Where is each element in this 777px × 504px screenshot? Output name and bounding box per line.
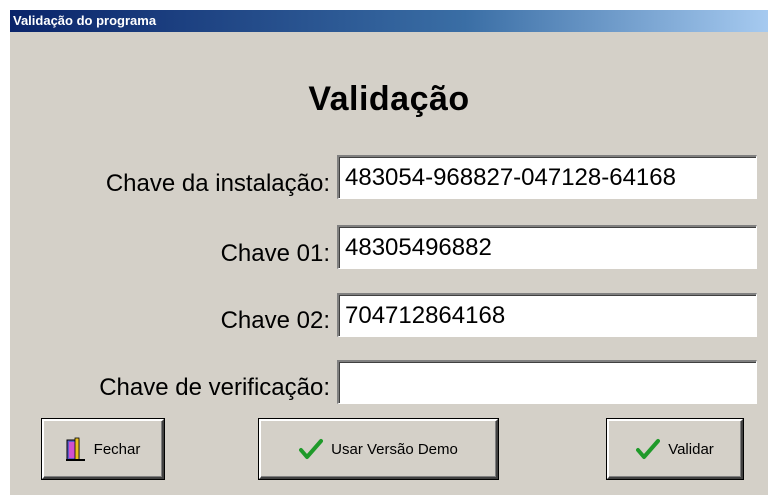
key02-input[interactable] [337,293,757,337]
validate-button[interactable]: Validar [607,419,743,479]
installation-key-label: Chave da instalação: [105,170,330,197]
page-title: Validação [308,80,470,118]
title-bar[interactable]: Validação do programa [10,10,768,32]
validation-dialog: Validação do programa Validação Chave da… [10,10,768,495]
validate-button-label: Validar [668,440,714,458]
installation-key-input[interactable] [337,155,757,199]
key02-label: Chave 02: [220,307,330,334]
verification-key-input[interactable] [337,360,757,404]
checkmark-icon [299,438,324,460]
key01-input[interactable] [337,225,757,269]
close-button[interactable]: Fechar [42,419,164,479]
demo-button-label: Usar Versão Demo [331,440,458,458]
key01-label: Chave 01: [220,240,330,267]
verification-key-label: Chave de verificação: [99,374,330,401]
checkmark-icon [636,438,661,460]
close-button-label: Fechar [93,440,141,458]
use-demo-version-button[interactable]: Usar Versão Demo [259,419,498,479]
door-exit-icon [65,437,86,461]
window-title: Validação do programa [13,13,157,28]
